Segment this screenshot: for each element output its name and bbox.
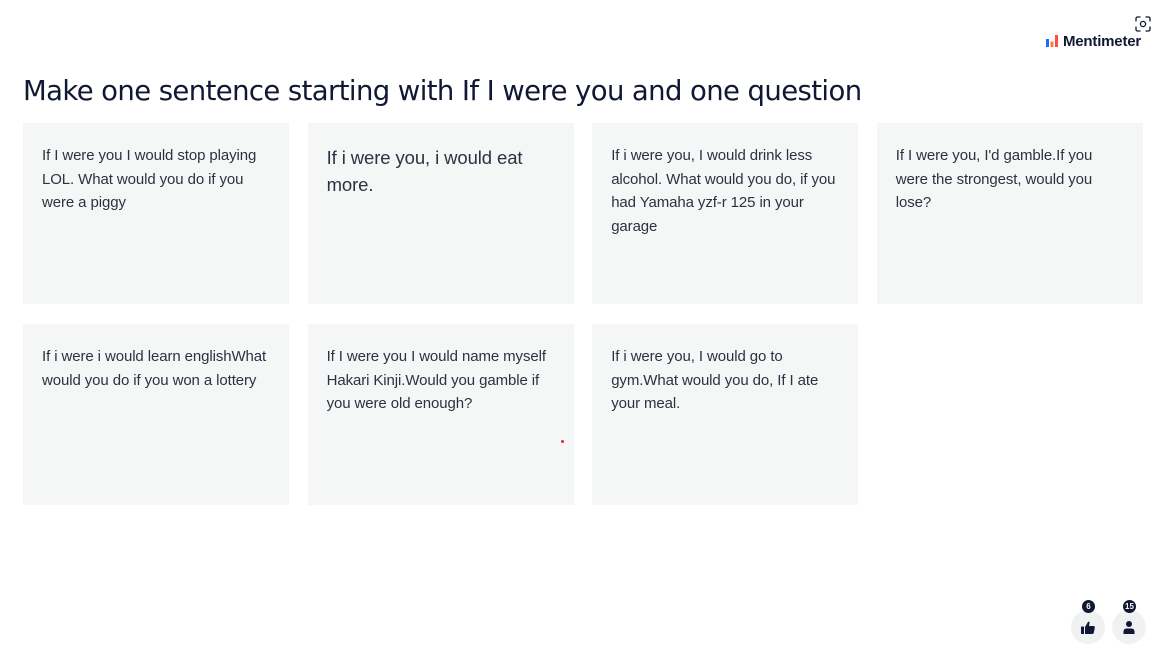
thumbs-up-icon <box>1081 621 1095 634</box>
response-text: If i were i would learn englishWhat woul… <box>42 348 267 389</box>
question-title: Make one sentence starting with If I wer… <box>23 75 862 107</box>
participants-button[interactable]: 15 <box>1112 600 1146 644</box>
likes-reaction-button[interactable]: 6 <box>1071 600 1105 644</box>
response-card: If i were you, I would go to gym.What wo… <box>592 324 859 505</box>
bar-chart-logo-icon <box>1046 35 1058 47</box>
response-card: If i were you, i would eat more. <box>307 123 574 304</box>
response-text: If i were you, i would eat more. <box>326 147 523 195</box>
response-card: If I were you, I'd gamble.If you were th… <box>876 123 1143 304</box>
presentation-slide: Mentimeter Make one sentence starting wi… <box>0 0 1158 651</box>
response-text: If I were you, I'd gamble.If you were th… <box>895 147 1093 211</box>
response-card: If i were you, I would drink less alcoho… <box>592 123 859 304</box>
mentimeter-logo: Mentimeter <box>1046 32 1141 50</box>
response-card: If I were you I would name myself Hakari… <box>307 324 574 505</box>
response-text: If I were you I would name myself Hakari… <box>326 348 546 412</box>
response-text: If i were you, I would go to gym.What wo… <box>611 348 819 412</box>
response-card: If i were i would learn englishWhat woul… <box>23 324 289 505</box>
response-text: If i were you, I would drink less alcoho… <box>611 147 836 235</box>
responses-grid: If I were you I would stop playing LOL. … <box>23 123 1143 505</box>
person-icon <box>1123 620 1135 634</box>
fullscreen-icon <box>1135 16 1151 32</box>
response-text: If I were you I would stop playing LOL. … <box>42 147 257 211</box>
likes-count-badge: 6 <box>1082 600 1095 613</box>
fullscreen-button[interactable] <box>1134 15 1152 33</box>
response-card: If I were you I would stop playing LOL. … <box>23 123 289 304</box>
brand-name: Mentimeter <box>1063 32 1142 50</box>
participants-count-badge: 15 <box>1123 600 1136 613</box>
cursor-dot <box>561 440 564 443</box>
